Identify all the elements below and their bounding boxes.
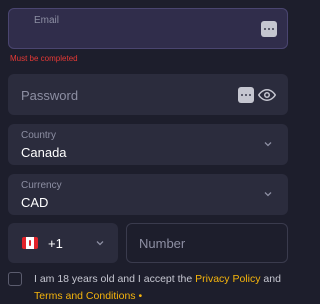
terms-and-conditions-link[interactable]: Terms and Conditions <box>34 290 136 302</box>
email-label: Email <box>34 15 60 26</box>
terms-text: I am 18 years old and I accept the Priva… <box>34 271 294 304</box>
terms-checkbox[interactable] <box>8 272 22 286</box>
phone-code-value: +1 <box>48 236 63 251</box>
country-value: Canada <box>21 145 67 160</box>
password-manager-icon[interactable] <box>261 21 277 37</box>
terms-text-and: and <box>260 273 281 285</box>
chevron-down-icon <box>264 142 272 147</box>
currency-value: CAD <box>21 195 49 210</box>
privacy-policy-link[interactable]: Privacy Policy <box>195 273 260 285</box>
country-select[interactable]: Country Canada <box>8 124 288 165</box>
password-field[interactable]: Password <box>8 74 288 115</box>
terms-text-before: I am 18 years old and I accept the <box>34 273 196 285</box>
phone-number-input[interactable]: Number <box>126 223 288 263</box>
chevron-down-icon <box>264 192 272 197</box>
email-field[interactable]: Email <box>8 8 288 49</box>
currency-label: Currency <box>21 180 62 191</box>
chevron-down-icon <box>96 241 104 246</box>
canada-flag-icon <box>22 237 38 249</box>
phone-number-placeholder: Number <box>139 236 186 251</box>
password-placeholder: Password <box>21 88 79 103</box>
show-password-icon[interactable] <box>258 86 276 104</box>
phone-code-select[interactable]: +1 <box>8 223 118 263</box>
email-error-message: Must be completed <box>10 54 78 63</box>
required-mark: • <box>138 290 143 302</box>
currency-select[interactable]: Currency CAD <box>8 174 288 215</box>
signup-form: Email Must be completed Password Country… <box>0 0 300 304</box>
country-label: Country <box>21 130 57 141</box>
password-manager-icon[interactable] <box>238 87 254 103</box>
